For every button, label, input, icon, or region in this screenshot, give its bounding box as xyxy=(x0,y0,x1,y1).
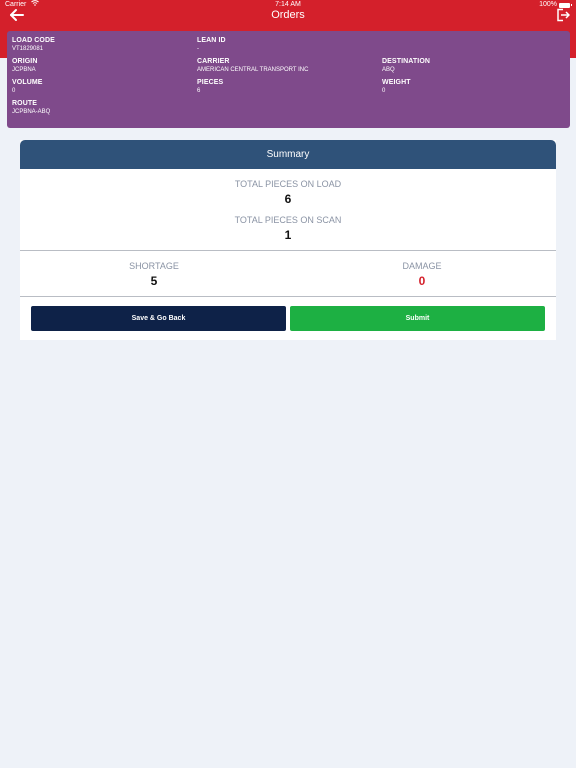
save-go-back-button[interactable]: Save & Go Back xyxy=(31,306,286,331)
destination-value: ABQ xyxy=(382,67,395,73)
load-code-value: VT1829081 xyxy=(12,46,44,52)
submit-button[interactable]: Submit xyxy=(290,306,545,331)
divider xyxy=(20,250,556,251)
load-code-field: LOAD CODE VT1829081 xyxy=(12,36,55,54)
weight-value: 0 xyxy=(382,88,386,94)
route-value: JCPBNA-ABQ xyxy=(12,109,51,115)
route-label: ROUTE xyxy=(12,100,37,107)
volume-label: VOLUME xyxy=(12,79,43,86)
lean-id-value: - xyxy=(197,46,199,52)
logout-icon[interactable] xyxy=(556,8,570,22)
lean-id-label: LEAN ID xyxy=(197,37,226,44)
page-title: Orders xyxy=(271,9,305,21)
weight-label: WEIGHT xyxy=(382,79,411,86)
summary-title: Summary xyxy=(20,140,556,169)
lean-id-field: LEAN ID - xyxy=(197,36,226,54)
shortage-value: 5 xyxy=(150,274,158,288)
route-field: ROUTE JCPBNA-ABQ xyxy=(12,99,50,117)
load-code-label: LOAD CODE xyxy=(12,37,55,44)
damage-value: 0 xyxy=(418,274,426,288)
pieces-field: PIECES 6 xyxy=(197,78,223,96)
origin-value: JCPBNA xyxy=(12,67,36,73)
origin-label: ORIGIN xyxy=(12,58,38,65)
destination-label: DESTINATION xyxy=(382,58,431,65)
carrier-value: AMERICAN CENTRAL TRANSPORT INC xyxy=(197,67,309,73)
battery-icon xyxy=(559,2,572,8)
pieces-value: 6 xyxy=(197,88,201,94)
volume-field: VOLUME 0 xyxy=(12,78,43,96)
weight-field: WEIGHT 0 xyxy=(382,78,411,96)
total-on-scan-label: TOTAL PIECES ON SCAN xyxy=(234,215,342,225)
total-on-scan-value: 1 xyxy=(284,228,292,242)
destination-field: DESTINATION ABQ xyxy=(382,57,430,75)
damage-label: DAMAGE xyxy=(402,261,442,271)
shortage-label: SHORTAGE xyxy=(129,261,179,271)
total-on-load-value: 6 xyxy=(284,192,292,206)
carrier-field: CARRIER AMERICAN CENTRAL TRANSPORT INC xyxy=(197,57,308,75)
summary-panel: Summary TOTAL PIECES ON LOAD 6 TOTAL PIE… xyxy=(20,140,556,340)
load-details-card: LOAD CODE VT1829081 LEAN ID - ORIGIN JCP… xyxy=(7,31,570,128)
total-on-load-label: TOTAL PIECES ON LOAD xyxy=(234,179,342,189)
divider xyxy=(20,296,556,297)
volume-value: 0 xyxy=(12,88,16,94)
pieces-label: PIECES xyxy=(197,79,224,86)
origin-field: ORIGIN JCPBNA xyxy=(12,57,38,75)
carrier-label: CARRIER xyxy=(197,58,230,65)
